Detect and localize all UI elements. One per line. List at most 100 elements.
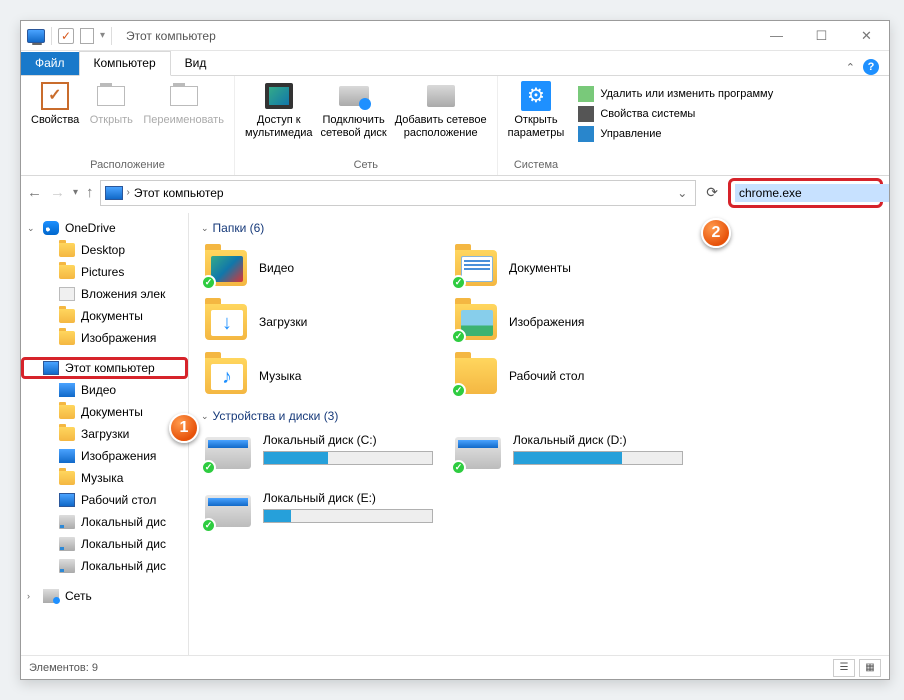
breadcrumb-root[interactable]: Этот компьютер bbox=[134, 186, 224, 200]
ribbon-properties-button[interactable]: Свойства bbox=[31, 80, 79, 127]
drive-icon bbox=[59, 559, 75, 573]
properties-icon bbox=[41, 82, 69, 110]
tree-expand-icon[interactable]: › bbox=[27, 591, 30, 601]
tree-attachments[interactable]: Вложения элек bbox=[21, 283, 188, 305]
network-drive-icon bbox=[339, 86, 369, 106]
drive-e[interactable]: ✓ Локальный диск (E:) bbox=[201, 487, 451, 545]
ribbon-group-network-label: Сеть bbox=[354, 157, 378, 173]
sync-icon: ✓ bbox=[451, 329, 466, 344]
ribbon-media-button[interactable]: Доступ к мультимедиа bbox=[245, 80, 313, 139]
ribbon-system-properties-button[interactable]: Свойства системы bbox=[578, 106, 773, 122]
statusbar: Элементов: 9 ☰ ▦ bbox=[21, 655, 889, 679]
tree-drive-e[interactable]: Локальный дис bbox=[21, 555, 188, 577]
search-input[interactable] bbox=[735, 184, 890, 202]
tree-drive-c[interactable]: Локальный дис bbox=[21, 511, 188, 533]
help-icon[interactable]: ? bbox=[863, 59, 879, 75]
tree-images[interactable]: Изображения bbox=[21, 327, 188, 349]
maximize-button[interactable]: ☐ bbox=[799, 21, 844, 51]
breadcrumb-pc-icon bbox=[105, 186, 123, 200]
ribbon-manage-button[interactable]: Управление bbox=[578, 126, 773, 142]
drive-d-usage-bar bbox=[513, 451, 683, 465]
drive-e-label: Локальный диск (E:) bbox=[263, 491, 447, 505]
uninstall-icon bbox=[578, 86, 594, 102]
recent-locations-dropdown[interactable]: ▾ bbox=[73, 187, 78, 198]
qat-dropdown-icon[interactable]: ▾ bbox=[100, 30, 105, 41]
search-box[interactable]: 🔍 bbox=[728, 178, 883, 208]
tree-network[interactable]: › Сеть bbox=[21, 585, 188, 607]
tree-onedrive-label: OneDrive bbox=[65, 221, 116, 235]
folder-documents[interactable]: ✓ Документы bbox=[451, 241, 701, 295]
network-icon bbox=[43, 589, 59, 603]
drive-d-label: Локальный диск (D:) bbox=[513, 433, 697, 447]
ribbon-group-system-label: Система bbox=[514, 157, 558, 173]
ribbon: Свойства Открыть Переименовать Расположе… bbox=[21, 76, 889, 176]
chevron-down-icon: ⌄ bbox=[201, 223, 209, 234]
drive-c[interactable]: ✓ Локальный диск (C:) bbox=[201, 429, 451, 487]
folder-icon bbox=[59, 471, 75, 485]
tree-videos[interactable]: Видео bbox=[21, 379, 188, 401]
tree-documents[interactable]: Документы bbox=[21, 305, 188, 327]
ribbon-manage-label: Управление bbox=[600, 128, 661, 140]
add-network-icon bbox=[427, 85, 455, 107]
tree-downloads[interactable]: Загрузки bbox=[21, 423, 188, 445]
explorer-window: ✓ ▾ Этот компьютер — ☐ ✕ Файл Компьютер … bbox=[20, 20, 890, 680]
folder-videos[interactable]: ✓ Видео bbox=[201, 241, 451, 295]
back-button[interactable]: ← bbox=[27, 184, 42, 201]
close-button[interactable]: ✕ bbox=[844, 21, 889, 51]
tree-pictures[interactable]: Pictures bbox=[21, 261, 188, 283]
tree-drive-d[interactable]: Локальный дис bbox=[21, 533, 188, 555]
ribbon-uninstall-button[interactable]: Удалить или изменить программу bbox=[578, 86, 773, 102]
onedrive-icon bbox=[43, 221, 59, 235]
tree-this-pc[interactable]: Этот компьютер bbox=[21, 357, 188, 379]
tree-onedrive[interactable]: ⌄ OneDrive bbox=[21, 217, 188, 239]
sync-icon: ✓ bbox=[451, 275, 466, 290]
tree-images2[interactable]: Изображения bbox=[21, 445, 188, 467]
ribbon-media-label: Доступ к мультимедиа bbox=[245, 114, 313, 139]
tree-desktop2[interactable]: Рабочий стол bbox=[21, 489, 188, 511]
tree-network-label: Сеть bbox=[65, 589, 92, 603]
window-title: Этот компьютер bbox=[118, 29, 216, 43]
folder-icon bbox=[59, 309, 75, 323]
ribbon-collapse-icon[interactable]: ⌃ bbox=[846, 61, 855, 74]
folder-downloads-label: Загрузки bbox=[259, 315, 307, 329]
minimize-button[interactable]: — bbox=[754, 21, 799, 51]
tab-computer[interactable]: Компьютер bbox=[79, 51, 171, 76]
view-details-button[interactable]: ☰ bbox=[833, 659, 855, 677]
ribbon-open-label: Открыть bbox=[90, 114, 133, 127]
address-bar[interactable]: › Этот компьютер ⌄ bbox=[100, 180, 697, 206]
tree-expand-icon[interactable]: ⌄ bbox=[27, 223, 35, 234]
navigation-pane: ⌄ OneDrive Desktop Pictures Вложения элек… bbox=[21, 213, 189, 655]
group-drives-header[interactable]: ⌄ Устройства и диски (3) bbox=[201, 409, 877, 423]
tab-view[interactable]: Вид bbox=[171, 52, 221, 75]
ribbon-open-settings-label: Открыть параметры bbox=[508, 114, 565, 139]
folder-music[interactable]: Музыка bbox=[201, 349, 451, 403]
music-folder-icon bbox=[211, 364, 243, 390]
group-folders-header[interactable]: ⌄ Папки (6) bbox=[201, 221, 877, 235]
qat-properties-icon[interactable]: ✓ bbox=[58, 28, 74, 44]
ribbon-add-network-button[interactable]: Добавить сетевое расположение bbox=[395, 80, 487, 139]
tree-documents2[interactable]: Документы bbox=[21, 401, 188, 423]
folder-images[interactable]: ✓ Изображения bbox=[451, 295, 701, 349]
tree-music[interactable]: Музыка bbox=[21, 467, 188, 489]
tree-desktop[interactable]: Desktop bbox=[21, 239, 188, 261]
ribbon-map-drive-button[interactable]: Подключить сетевой диск bbox=[321, 80, 387, 139]
drive-icon bbox=[59, 515, 75, 529]
ribbon-open-settings-button[interactable]: ⚙ Открыть параметры bbox=[508, 80, 565, 139]
annotation-badge-1: 1 bbox=[169, 413, 199, 443]
breadcrumb-dropdown-icon[interactable]: ⌄ bbox=[677, 186, 691, 200]
tab-file[interactable]: Файл bbox=[21, 52, 79, 75]
folder-downloads[interactable]: Загрузки bbox=[201, 295, 451, 349]
ribbon-uninstall-label: Удалить или изменить программу bbox=[600, 88, 773, 100]
view-tiles-button[interactable]: ▦ bbox=[859, 659, 881, 677]
refresh-button[interactable]: ⟳ bbox=[702, 184, 722, 201]
folder-icon bbox=[59, 331, 75, 345]
video-folder-icon bbox=[211, 256, 243, 282]
tree-documents2-label: Документы bbox=[81, 405, 143, 419]
tree-images-label: Изображения bbox=[81, 331, 156, 345]
up-button[interactable]: ↑ bbox=[86, 184, 94, 201]
this-pc-icon bbox=[43, 361, 59, 375]
folder-music-label: Музыка bbox=[259, 369, 301, 383]
qat-new-document-icon[interactable] bbox=[80, 28, 94, 44]
drive-d[interactable]: ✓ Локальный диск (D:) bbox=[451, 429, 701, 487]
folder-desktop[interactable]: ✓ Рабочий стол bbox=[451, 349, 701, 403]
